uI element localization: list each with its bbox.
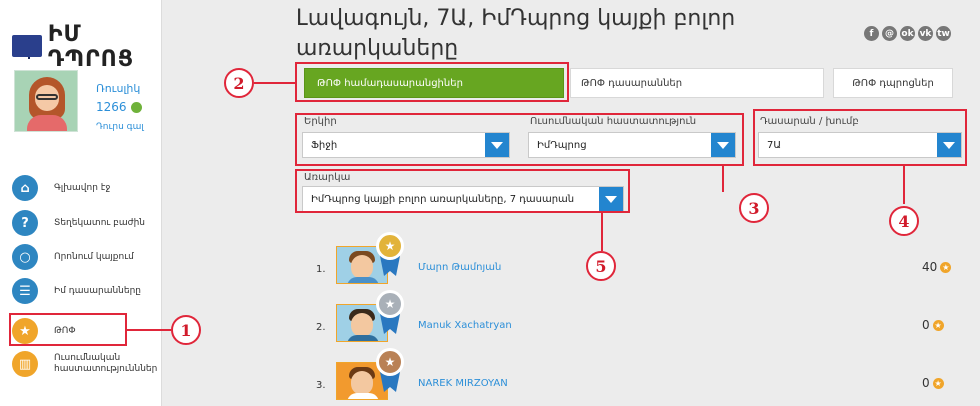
bronze-medal-icon: ★ — [376, 348, 404, 376]
gold-medal-icon: ★ — [376, 232, 404, 260]
page-title: Լավագույն, 7Ա, ԻմԴպրոց կայքի բոլոր առարկ… — [296, 6, 736, 61]
annotation-number-3: 3 — [739, 193, 769, 223]
student-name-link[interactable]: Մարո Թամոյան — [418, 262, 501, 273]
annotation-arrow-5 — [601, 213, 603, 251]
class-icon: ☰ — [12, 278, 38, 304]
twitter-icon[interactable]: tw — [936, 26, 951, 41]
rank-number: 1. — [316, 264, 326, 275]
sidebar-item-institutions[interactable]: ▥ Ուսումնական հաստատությունններ — [12, 351, 158, 377]
site-logo[interactable]: ԻՄ ԴՊՐՈՑ — [12, 22, 161, 72]
student-score: 0 ★ — [922, 318, 944, 332]
score-value: 0 — [922, 376, 930, 390]
annotation-box-4 — [753, 109, 967, 166]
user-name[interactable]: Ռուսլիկ — [96, 82, 140, 95]
student-name-link[interactable]: NAREK MIRZOYAN — [418, 378, 508, 389]
question-icon: ? — [12, 210, 38, 236]
book-icon — [12, 35, 42, 59]
annotation-box-5 — [295, 169, 630, 213]
sidebar-item-search[interactable]: ○ Որոնում կայքում — [12, 244, 134, 270]
student-name-link[interactable]: Manuk Xachatryan — [418, 320, 512, 331]
ranking-row: 3. ★ NAREK MIRZOYAN 0 ★ — [310, 348, 950, 406]
logout-link[interactable]: Դուրս գալ — [96, 122, 144, 132]
user-points: 1266 — [96, 100, 142, 114]
annotation-box-1 — [9, 313, 127, 346]
social-links: f @ ok vk tw — [864, 26, 951, 41]
annotation-arrow-4 — [903, 166, 905, 204]
annotation-number-2: 2 — [224, 68, 254, 98]
annotation-arrow-3 — [722, 166, 724, 192]
rank-number: 3. — [316, 380, 326, 391]
points-value: 1266 — [96, 100, 127, 114]
sidebar-item-label: Գլխավոր էջ — [54, 182, 111, 193]
tab-top-classes[interactable]: ԹՈՓ դասարաններ — [570, 68, 824, 98]
student-score: 0 ★ — [922, 376, 944, 390]
sidebar-item-label: Որոնում կայքում — [54, 251, 134, 262]
tab-top-schools[interactable]: ԹՈՓ դպրոցներ — [833, 68, 953, 98]
annotation-box-2 — [295, 62, 569, 102]
home-icon: ⌂ — [12, 175, 38, 201]
star-icon: ★ — [932, 377, 944, 389]
rank-number: 2. — [316, 322, 326, 333]
silver-medal-icon: ★ — [376, 290, 404, 318]
sidebar-item-my-classes[interactable]: ☰ Իմ դասարանները — [12, 278, 141, 304]
odnoklassniki-icon[interactable]: ok — [900, 26, 915, 41]
student-score: 40 ★ — [922, 260, 952, 274]
annotation-arrow-1 — [127, 329, 171, 331]
annotation-arrow-2 — [254, 82, 295, 84]
building-icon: ▥ — [12, 351, 38, 377]
ranking-row: 1. ★ Մարո Թամոյան 40 ★ — [310, 232, 952, 290]
sidebar-item-label: Ուսումնական հաստատությունններ — [54, 353, 158, 374]
star-icon: ★ — [940, 261, 952, 273]
sidebar-item-home[interactable]: ⌂ Գլխավոր էջ — [12, 175, 110, 201]
user-avatar[interactable] — [14, 70, 78, 132]
score-value: 40 — [922, 260, 938, 274]
email-icon[interactable]: @ — [882, 26, 897, 41]
annotation-box-3 — [295, 113, 744, 166]
star-icon: ★ — [932, 319, 944, 331]
search-icon: ○ — [12, 244, 38, 270]
annotation-number-4: 4 — [889, 206, 919, 236]
sidebar-item-help[interactable]: ? Տեղեկատու բաժին — [12, 210, 145, 236]
score-value: 0 — [922, 318, 930, 332]
annotation-number-5: 5 — [586, 251, 616, 281]
vk-icon[interactable]: vk — [918, 26, 933, 41]
annotation-number-1: 1 — [171, 315, 201, 345]
logo-text: ԻՄ ԴՊՐՈՑ — [47, 22, 135, 72]
ranking-row: 2. ★ Manuk Xachatryan 0 ★ — [310, 290, 950, 348]
sidebar-item-label: Տեղեկատու բաժին — [54, 217, 145, 228]
facebook-icon[interactable]: f — [864, 26, 879, 41]
sidebar-item-label: Իմ դասարանները — [54, 285, 141, 296]
gem-icon — [130, 101, 142, 113]
